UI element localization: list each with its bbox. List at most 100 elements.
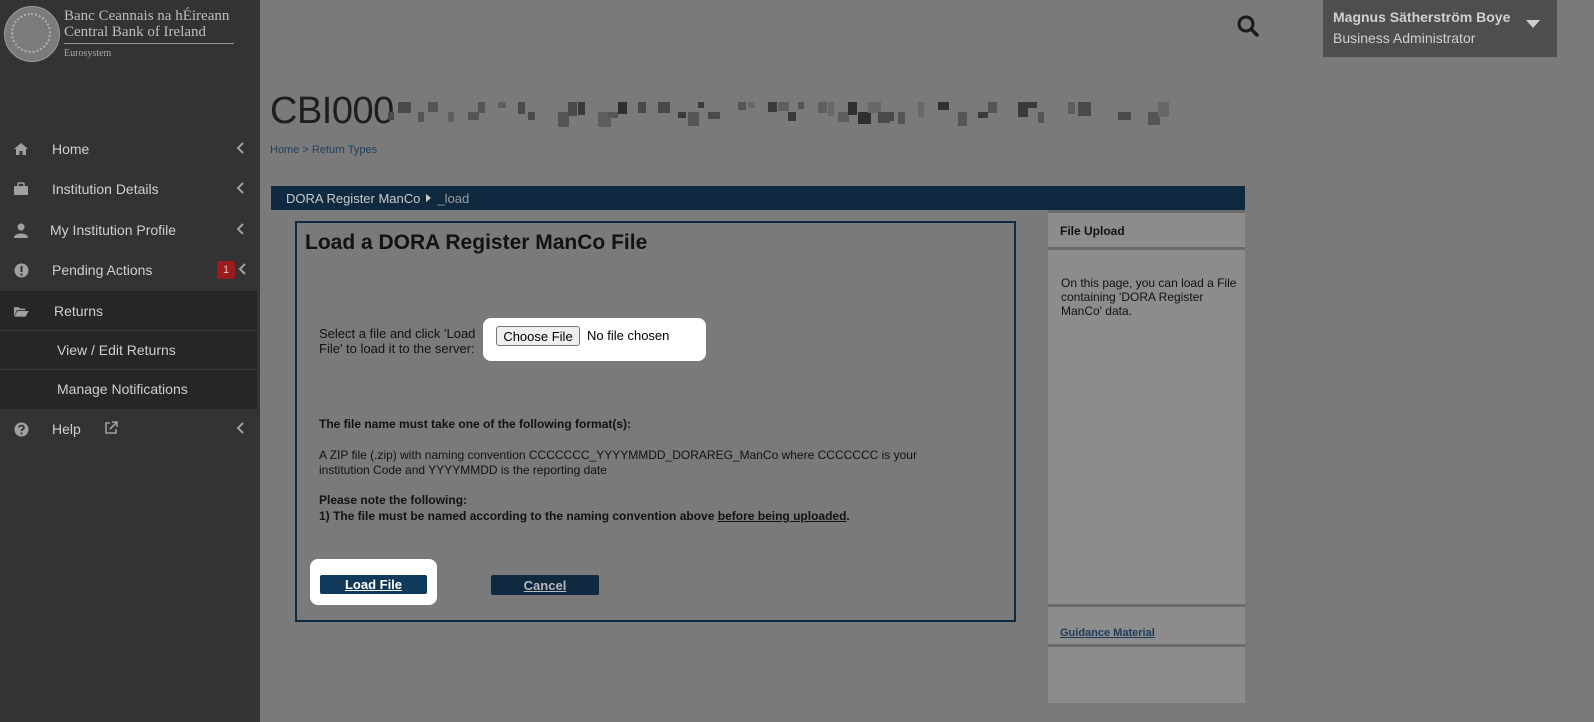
redaction-block — [518, 102, 525, 114]
redaction-block — [398, 102, 411, 113]
redaction-block — [988, 102, 997, 113]
chevron-left-icon — [236, 181, 244, 197]
sidepanel-description: On this page, you can load a File contai… — [1061, 276, 1237, 318]
redaction-block — [468, 112, 479, 120]
breadcrumb-separator: > — [299, 144, 312, 156]
page-title: CBI000 — [270, 90, 394, 132]
redaction-block — [788, 112, 796, 121]
load-file-button[interactable]: Load File — [320, 575, 427, 594]
sidebar-item-label: Institution Details — [52, 181, 159, 197]
brand-name-english: Central Bank of Ireland — [64, 24, 207, 40]
redaction-block — [798, 102, 804, 109]
breadcrumb-home-link[interactable]: Home — [270, 144, 299, 156]
user-icon — [13, 222, 29, 238]
sidebar-item-home[interactable]: Home — [0, 129, 260, 169]
divider — [1048, 210, 1245, 213]
folder-open-icon — [13, 303, 29, 319]
redaction-block — [828, 102, 834, 116]
chevron-left-icon — [238, 262, 246, 278]
file-input-status: No file chosen — [587, 328, 670, 343]
section-crumb-load: _load — [437, 190, 470, 206]
load-button-highlight: Load File — [310, 559, 437, 605]
note-item-1: 1) The file must be named according to t… — [319, 509, 850, 523]
redaction-block — [738, 102, 746, 110]
redaction-block — [938, 102, 949, 110]
sidepanel-heading: File Upload — [1060, 224, 1125, 238]
divider — [1048, 644, 1245, 647]
breadcrumb: Home > Return Types — [270, 144, 377, 156]
redaction-block — [528, 112, 535, 120]
redaction-block — [848, 102, 857, 115]
redaction-block — [688, 112, 699, 126]
central-bank-logo[interactable]: Banc Ceannais na hÉireann Central Bank o… — [4, 6, 244, 66]
redaction-block — [608, 112, 618, 118]
redaction-block — [678, 112, 686, 118]
brand-divider — [64, 43, 234, 44]
guidance-material-link[interactable]: Guidance Material — [1060, 627, 1155, 639]
file-input-highlight: Choose File No file chosen — [483, 318, 706, 361]
redaction-block — [708, 112, 720, 119]
sidebar-item-help[interactable]: Help — [0, 409, 260, 449]
panel-title: Load a DORA Register ManCo File — [305, 231, 648, 254]
sidebar-subitem-view-edit-returns[interactable]: View / Edit Returns — [57, 342, 176, 358]
help-sidepanel: File Upload On this page, you can load a… — [1048, 210, 1245, 703]
redaction-block — [858, 112, 871, 124]
redaction-block — [818, 102, 827, 113]
note-text: 1) The file must be named according to t… — [319, 509, 718, 523]
returns-group: Returns View / Edit Returns Manage Notif… — [0, 291, 257, 409]
chevron-left-icon — [236, 421, 244, 437]
format-heading: The file name must take one of the follo… — [319, 417, 632, 431]
divider — [0, 330, 257, 331]
redaction-block — [498, 102, 506, 108]
breadcrumb-return-types-link[interactable]: Return Types — [312, 144, 377, 156]
seal-icon — [4, 6, 60, 62]
sidebar: Banc Ceannais na hÉireann Central Bank o… — [0, 0, 260, 722]
divider — [1048, 604, 1245, 607]
cancel-button[interactable]: Cancel — [491, 575, 599, 595]
redaction-block — [698, 102, 704, 108]
redaction-block — [1158, 102, 1169, 117]
redaction-block — [748, 102, 755, 108]
redaction-block — [888, 112, 894, 121]
alert-icon — [13, 262, 29, 278]
search-icon[interactable] — [1236, 14, 1260, 38]
sidebar-item-label: My Institution Profile — [50, 222, 177, 238]
redaction-block — [638, 102, 646, 113]
redaction-block — [478, 102, 485, 113]
note-emphasis: before being uploaded — [717, 509, 847, 523]
user-menu[interactable]: Magnus Sätherström Boye Business Adminis… — [1323, 0, 1557, 57]
chevron-down-icon — [1526, 20, 1540, 28]
section-breadcrumb-bar: DORA Register ManCo _load — [271, 186, 1245, 210]
section-crumb-dora-register[interactable]: DORA Register ManCo — [286, 191, 420, 206]
redaction-block — [1068, 102, 1075, 114]
redaction-block — [1078, 102, 1091, 116]
redaction-block — [1038, 112, 1044, 123]
redaction-block — [918, 102, 924, 117]
brand-eurosystem: Eurosystem — [64, 48, 112, 59]
chevron-left-icon — [236, 141, 244, 157]
brand-name-irish: Banc Ceannais na hÉireann — [64, 8, 230, 24]
sidebar-item-label: Help — [52, 421, 81, 437]
sidebar-item-label: Home — [52, 141, 90, 157]
load-file-panel: Load a DORA Register ManCo File Select a… — [295, 221, 1016, 622]
redaction-block — [428, 102, 438, 112]
redaction-block — [618, 102, 627, 114]
sidebar-item-institution-details[interactable]: Institution Details — [0, 169, 260, 209]
redaction-block — [448, 112, 454, 122]
redaction-block — [568, 102, 577, 116]
choose-file-button[interactable]: Choose File — [496, 326, 580, 346]
select-file-label: Select a file and click 'Load File' to l… — [319, 326, 476, 356]
home-icon — [13, 141, 29, 157]
question-icon — [13, 421, 29, 437]
sidebar-item-my-institution-profile[interactable]: My Institution Profile — [0, 210, 260, 250]
redaction-block — [768, 102, 777, 112]
redaction-block — [898, 112, 905, 124]
divider — [1048, 247, 1245, 250]
sidebar-subitem-manage-notifications[interactable]: Manage Notifications — [57, 381, 188, 397]
redaction-block — [1028, 102, 1037, 108]
sidebar-item-returns[interactable]: Returns — [0, 291, 260, 331]
sidebar-item-pending-actions[interactable]: Pending Actions 1 — [0, 250, 260, 290]
caret-right-icon — [426, 194, 432, 202]
briefcase-icon — [13, 181, 29, 197]
chevron-left-icon — [236, 222, 244, 238]
